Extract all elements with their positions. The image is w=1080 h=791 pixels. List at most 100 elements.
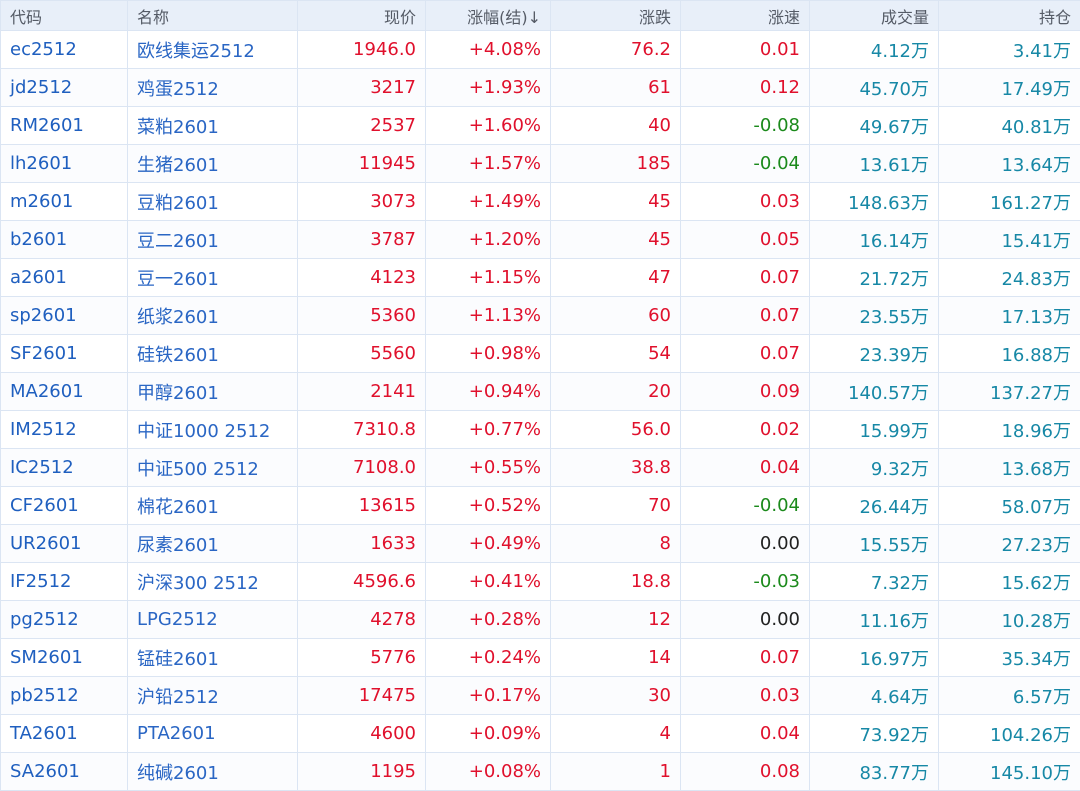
header-change[interactable]: 涨跌 xyxy=(551,1,681,31)
speed-cell: -0.04 xyxy=(681,145,810,183)
price-cell: 2141 xyxy=(298,373,426,411)
volume-cell: 26.44万 xyxy=(810,487,939,525)
table-row[interactable]: sp2601纸浆26015360+1.13%600.0723.55万17.13万 xyxy=(1,297,1080,335)
pct-change-cell: +1.93% xyxy=(426,69,551,107)
table-row[interactable]: pg2512LPG25124278+0.28%120.0011.16万10.28… xyxy=(1,601,1080,639)
open-interest-cell: 18.96万 xyxy=(939,411,1080,449)
pct-change-cell: +1.20% xyxy=(426,221,551,259)
open-interest-cell: 27.23万 xyxy=(939,525,1080,563)
price-cell: 13615 xyxy=(298,487,426,525)
speed-cell: -0.03 xyxy=(681,563,810,601)
change-cell: 40 xyxy=(551,107,681,145)
open-interest-cell: 35.34万 xyxy=(939,639,1080,677)
open-interest-cell: 16.88万 xyxy=(939,335,1080,373)
price-cell: 1195 xyxy=(298,753,426,791)
volume-cell: 83.77万 xyxy=(810,753,939,791)
header-code[interactable]: 代码 xyxy=(1,1,128,31)
name-cell: 欧线集运2512 xyxy=(128,31,298,69)
code-cell: IC2512 xyxy=(1,449,128,487)
price-cell: 5360 xyxy=(298,297,426,335)
header-pct-change-sorted[interactable]: 涨幅(结)↓ xyxy=(426,1,551,31)
name-cell: 豆二2601 xyxy=(128,221,298,259)
price-cell: 3787 xyxy=(298,221,426,259)
change-cell: 8 xyxy=(551,525,681,563)
table-row[interactable]: b2601豆二26013787+1.20%450.0516.14万15.41万 xyxy=(1,221,1080,259)
table-row[interactable]: jd2512鸡蛋25123217+1.93%610.1245.70万17.49万 xyxy=(1,69,1080,107)
name-cell: LPG2512 xyxy=(128,601,298,639)
code-cell: sp2601 xyxy=(1,297,128,335)
name-cell: 中证500 2512 xyxy=(128,449,298,487)
table-row[interactable]: UR2601尿素26011633+0.49%80.0015.55万27.23万 xyxy=(1,525,1080,563)
header-open-interest[interactable]: 持仓 xyxy=(939,1,1080,31)
price-cell: 1633 xyxy=(298,525,426,563)
speed-cell: 0.07 xyxy=(681,297,810,335)
futures-quote-table: 代码 名称 现价 涨幅(结)↓ 涨跌 涨速 成交量 持仓 ec2512欧线集运2… xyxy=(0,0,1080,791)
open-interest-cell: 15.62万 xyxy=(939,563,1080,601)
table-row[interactable]: IC2512中证500 25127108.0+0.55%38.80.049.32… xyxy=(1,449,1080,487)
speed-cell: 0.12 xyxy=(681,69,810,107)
table-row[interactable]: SA2601纯碱26011195+0.08%10.0883.77万145.10万 xyxy=(1,753,1080,791)
open-interest-cell: 58.07万 xyxy=(939,487,1080,525)
speed-cell: 0.07 xyxy=(681,335,810,373)
name-cell: 棉花2601 xyxy=(128,487,298,525)
volume-cell: 15.99万 xyxy=(810,411,939,449)
open-interest-cell: 17.13万 xyxy=(939,297,1080,335)
table-row[interactable]: pb2512沪铅251217475+0.17%300.034.64万6.57万 xyxy=(1,677,1080,715)
code-cell: b2601 xyxy=(1,221,128,259)
pct-change-cell: +0.52% xyxy=(426,487,551,525)
code-cell: IF2512 xyxy=(1,563,128,601)
change-cell: 47 xyxy=(551,259,681,297)
table-row[interactable]: ec2512欧线集运25121946.0+4.08%76.20.014.12万3… xyxy=(1,31,1080,69)
pct-change-cell: +0.94% xyxy=(426,373,551,411)
table-row[interactable]: IM2512中证1000 25127310.8+0.77%56.00.0215.… xyxy=(1,411,1080,449)
table-row[interactable]: SM2601锰硅26015776+0.24%140.0716.97万35.34万 xyxy=(1,639,1080,677)
speed-cell: 0.04 xyxy=(681,449,810,487)
change-cell: 60 xyxy=(551,297,681,335)
change-cell: 30 xyxy=(551,677,681,715)
open-interest-cell: 24.83万 xyxy=(939,259,1080,297)
price-cell: 4123 xyxy=(298,259,426,297)
table-row[interactable]: lh2601生猪260111945+1.57%185-0.0413.61万13.… xyxy=(1,145,1080,183)
change-cell: 185 xyxy=(551,145,681,183)
code-cell: IM2512 xyxy=(1,411,128,449)
header-volume[interactable]: 成交量 xyxy=(810,1,939,31)
price-cell: 4600 xyxy=(298,715,426,753)
price-cell: 1946.0 xyxy=(298,31,426,69)
code-cell: MA2601 xyxy=(1,373,128,411)
price-cell: 3217 xyxy=(298,69,426,107)
code-cell: UR2601 xyxy=(1,525,128,563)
table-row[interactable]: a2601豆一26014123+1.15%470.0721.72万24.83万 xyxy=(1,259,1080,297)
table-row[interactable]: SF2601硅铁26015560+0.98%540.0723.39万16.88万 xyxy=(1,335,1080,373)
name-cell: 甲醇2601 xyxy=(128,373,298,411)
table-row[interactable]: RM2601菜粕26012537+1.60%40-0.0849.67万40.81… xyxy=(1,107,1080,145)
header-speed[interactable]: 涨速 xyxy=(681,1,810,31)
table-row[interactable]: m2601豆粕26013073+1.49%450.03148.63万161.27… xyxy=(1,183,1080,221)
table-row[interactable]: TA2601PTA26014600+0.09%40.0473.92万104.26… xyxy=(1,715,1080,753)
open-interest-cell: 137.27万 xyxy=(939,373,1080,411)
name-cell: PTA2601 xyxy=(128,715,298,753)
volume-cell: 11.16万 xyxy=(810,601,939,639)
pct-change-cell: +0.41% xyxy=(426,563,551,601)
volume-cell: 45.70万 xyxy=(810,69,939,107)
change-cell: 14 xyxy=(551,639,681,677)
price-cell: 11945 xyxy=(298,145,426,183)
price-cell: 5560 xyxy=(298,335,426,373)
name-cell: 沪铅2512 xyxy=(128,677,298,715)
pct-change-cell: +0.55% xyxy=(426,449,551,487)
price-cell: 5776 xyxy=(298,639,426,677)
speed-cell: 0.03 xyxy=(681,677,810,715)
pct-change-cell: +1.49% xyxy=(426,183,551,221)
speed-cell: 0.02 xyxy=(681,411,810,449)
table-row[interactable]: CF2601棉花260113615+0.52%70-0.0426.44万58.0… xyxy=(1,487,1080,525)
volume-cell: 7.32万 xyxy=(810,563,939,601)
header-name[interactable]: 名称 xyxy=(128,1,298,31)
volume-cell: 73.92万 xyxy=(810,715,939,753)
header-price[interactable]: 现价 xyxy=(298,1,426,31)
table-row[interactable]: MA2601甲醇26012141+0.94%200.09140.57万137.2… xyxy=(1,373,1080,411)
table-row[interactable]: IF2512沪深300 25124596.6+0.41%18.8-0.037.3… xyxy=(1,563,1080,601)
code-cell: lh2601 xyxy=(1,145,128,183)
pct-change-cell: +0.17% xyxy=(426,677,551,715)
change-cell: 4 xyxy=(551,715,681,753)
volume-cell: 23.55万 xyxy=(810,297,939,335)
speed-cell: 0.00 xyxy=(681,601,810,639)
